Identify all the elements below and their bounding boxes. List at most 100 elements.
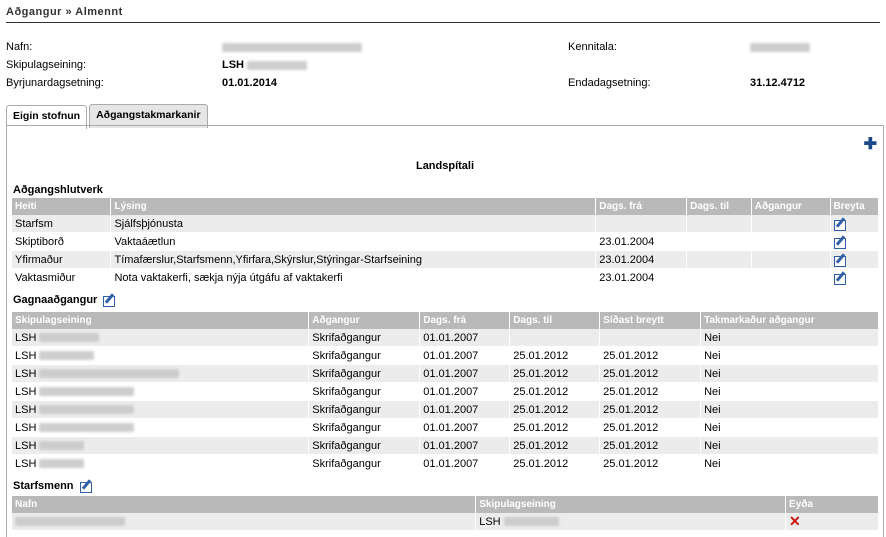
to-cell: 25.01.2012 [509, 400, 601, 419]
col-dags-til: Dags. til [686, 198, 752, 215]
from-cell: 01.01.2007 [419, 364, 511, 383]
delete-cell: ✕ [785, 513, 879, 531]
data-access-header-row: Skipulagseining Aðgangur Dags. frá Dags.… [12, 312, 879, 329]
role-desc: Nota vaktakerfi, sækja nýja útgáfu af va… [110, 268, 597, 287]
to-cell: 25.01.2012 [509, 364, 601, 383]
delete-icon[interactable]: ✕ [789, 513, 801, 529]
end-date-label: Endadagsetning: [568, 77, 651, 89]
to-cell: 25.01.2012 [509, 418, 601, 437]
unit-cell: LSH [12, 329, 310, 347]
col-lysing: Lýsing [110, 198, 597, 215]
from-cell: 01.01.2007 [419, 382, 511, 401]
table-row: Vaktasmiður Nota vaktakerfi, sækja nýja … [12, 268, 879, 287]
edit-icon[interactable] [103, 294, 116, 307]
kennitala-label: Kennitala: [568, 41, 617, 53]
col-adgangur: Aðgangur [751, 198, 831, 215]
table-row: LSH Skrifaðgangur 01.01.2007 Nei [12, 329, 879, 347]
kennitala-value-redacted [750, 41, 810, 53]
modified-cell: 25.01.2012 [599, 454, 702, 473]
roles-table: Heiti Lýsing Dags. frá Dags. til Aðgangu… [12, 198, 879, 287]
access-cell: Skrifaðgangur [308, 454, 421, 473]
col-skipulagseining: Skipulagseining [12, 312, 310, 329]
employees-header-row: Nafn Skipulagseining Eyða [12, 496, 879, 513]
from-cell: 01.01.2007 [419, 436, 511, 455]
modified-cell: 25.01.2012 [599, 436, 702, 455]
add-icon[interactable]: ✚ [864, 134, 877, 154]
role-name: Vaktasmiður [12, 268, 112, 287]
employee-name-redacted [12, 513, 477, 531]
edit-icon[interactable] [833, 218, 847, 231]
role-desc: Tímafærslur,Starfsmenn,Yfirfara,Skýrslur… [110, 250, 597, 269]
table-row: LSH Skrifaðgangur 01.01.2007 25.01.2012 … [12, 364, 879, 383]
unit-cell: LSH [12, 364, 310, 383]
edit-icon[interactable] [833, 236, 847, 249]
org-unit-value: LSH [222, 59, 308, 71]
modified-cell [599, 329, 702, 347]
from-cell: 01.01.2007 [419, 329, 511, 347]
role-desc: Sjálfsþjónusta [110, 215, 597, 233]
table-row: LSH Skrifaðgangur 01.01.2007 25.01.2012 … [12, 454, 879, 473]
role-name: Yfirmaður [12, 250, 112, 269]
name-value-redacted [222, 41, 362, 53]
role-access [751, 268, 831, 287]
role-access [751, 232, 831, 251]
table-row: LSH Skrifaðgangur 01.01.2007 25.01.2012 … [12, 400, 879, 419]
access-cell: Skrifaðgangur [308, 436, 421, 455]
role-name: Starfsm [12, 215, 112, 233]
roles-header-row: Heiti Lýsing Dags. frá Dags. til Aðgangu… [12, 198, 879, 215]
table-row: LSH Skrifaðgangur 01.01.2007 25.01.2012 … [12, 346, 879, 365]
role-desc: Vaktaáætlun [110, 232, 597, 251]
restricted-cell: Nei [700, 418, 879, 437]
roles-section-title: Aðgangshlutverk [13, 184, 103, 196]
col-adgangur: Aðgangur [308, 312, 421, 329]
modified-cell: 25.01.2012 [599, 382, 702, 401]
employee-unit: LSH [475, 513, 787, 531]
unit-cell: LSH [12, 418, 310, 437]
role-name: Skiptiborð [12, 232, 112, 251]
start-date-label: Byrjunardagsetning: [6, 77, 104, 89]
table-row: LSH Skrifaðgangur 01.01.2007 25.01.2012 … [12, 418, 879, 437]
employees-section-title: Starfsmenn [13, 480, 93, 493]
col-dags-fra: Dags. frá [419, 312, 511, 329]
end-date-value: 31.12.4712 [750, 77, 806, 89]
col-heiti: Heiti [12, 198, 112, 215]
start-date-value: 01.01.2014 [222, 77, 278, 89]
access-cell: Skrifaðgangur [308, 346, 421, 365]
to-cell: 25.01.2012 [509, 346, 601, 365]
col-eyda: Eyða [785, 496, 879, 513]
unit-cell: LSH [12, 436, 310, 455]
edit-icon[interactable] [79, 480, 93, 493]
edit-icon[interactable] [833, 254, 847, 267]
table-row: LSH Skrifaðgangur 01.01.2007 25.01.2012 … [12, 382, 879, 401]
unit-cell: LSH [12, 382, 310, 401]
to-cell: 25.01.2012 [509, 382, 601, 401]
col-dags-fra: Dags. frá [595, 198, 688, 215]
table-row: Yfirmaður Tímafærslur,Starfsmenn,Yfirfar… [12, 250, 879, 269]
restricted-cell: Nei [700, 329, 879, 347]
restricted-cell: Nei [700, 364, 879, 383]
access-cell: Skrifaðgangur [308, 364, 421, 383]
org-title: Landspítali [415, 160, 475, 172]
data-access-section-title: Gagnaaðgangur [13, 294, 116, 307]
restricted-cell: Nei [700, 400, 879, 419]
data-access-table: Skipulagseining Aðgangur Dags. frá Dags.… [12, 312, 879, 473]
access-cell: Skrifaðgangur [308, 329, 421, 347]
unit-cell: LSH [12, 400, 310, 419]
col-nafn: Nafn [12, 496, 477, 513]
role-to [686, 268, 752, 287]
restricted-cell: Nei [700, 454, 879, 473]
org-unit-label: Skipulagseining: [6, 59, 87, 71]
role-to [686, 215, 752, 233]
access-cell: Skrifaðgangur [308, 400, 421, 419]
edit-cell [830, 250, 879, 269]
role-to [686, 250, 752, 269]
restricted-cell: Nei [700, 346, 879, 365]
role-from: 23.01.2004 [595, 232, 688, 251]
from-cell: 01.01.2007 [419, 418, 511, 437]
restricted-cell: Nei [700, 436, 879, 455]
from-cell: 01.01.2007 [419, 400, 511, 419]
employees-table: Nafn Skipulagseining Eyða LSH ✕ [12, 496, 879, 531]
breadcrumb: Aðgangur » Almennt [6, 6, 123, 18]
edit-icon[interactable] [833, 272, 847, 285]
role-access [751, 215, 831, 233]
